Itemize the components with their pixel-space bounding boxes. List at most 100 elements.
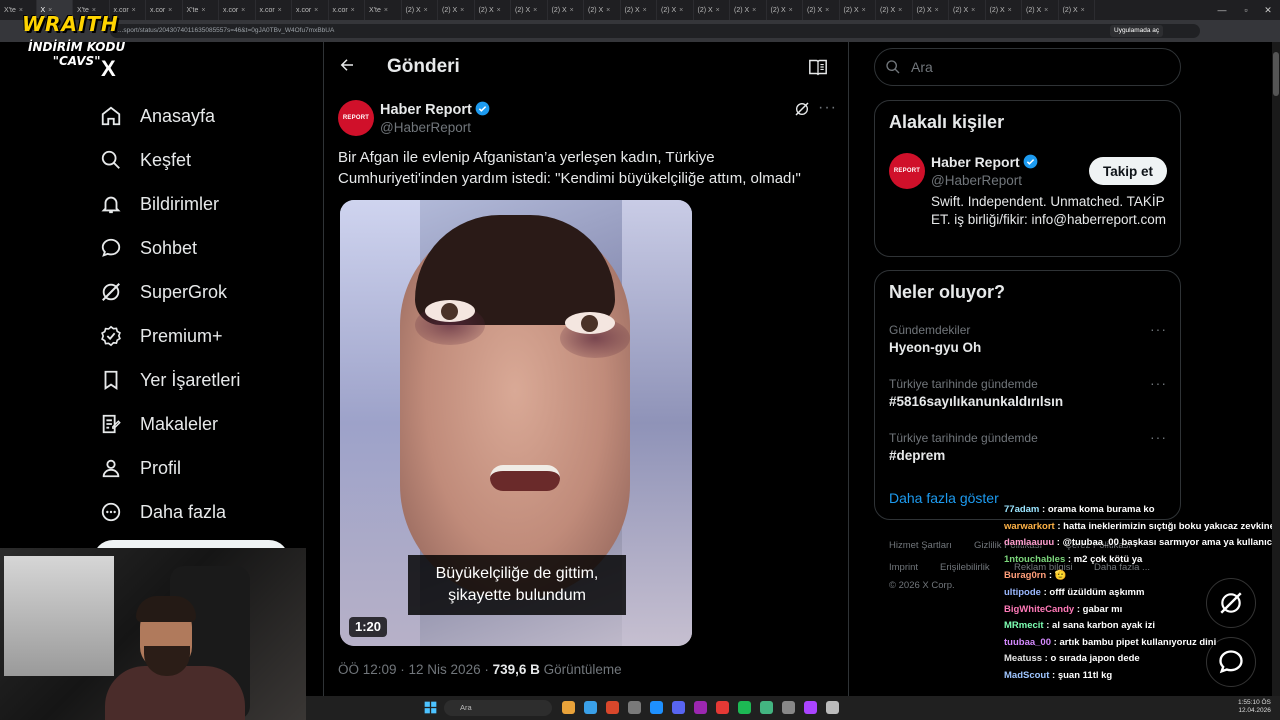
discord-icon[interactable] (672, 701, 685, 714)
app-icon[interactable] (694, 701, 707, 714)
footer-accessibility[interactable]: Erişilebilirlik (940, 562, 990, 573)
browser-tab[interactable]: (2) X × (402, 0, 438, 20)
tab-close-icon[interactable]: × (752, 7, 756, 14)
browser-tab[interactable]: (2) X × (548, 0, 584, 20)
browser-tab[interactable]: (2) X × (475, 0, 511, 20)
trend-more-icon[interactable]: ··· (1150, 321, 1167, 337)
browser-tab[interactable]: (2) X × (876, 0, 913, 20)
tab-close-icon[interactable]: × (241, 7, 245, 14)
browser-tab[interactable]: (2) X × (694, 0, 730, 20)
chat-username[interactable]: MadScout (1004, 670, 1049, 681)
tab-close-icon[interactable]: × (351, 7, 355, 14)
nav-item-profile[interactable]: Profil (100, 453, 181, 483)
browser-tab[interactable]: (2) X × (1022, 0, 1059, 20)
back-arrow-icon[interactable] (338, 56, 356, 80)
minimize-icon[interactable]: — (1212, 0, 1232, 20)
windows-start-icon[interactable] (424, 701, 437, 714)
taskbar-search[interactable]: Ara (444, 700, 552, 716)
nav-item-search[interactable]: Keşfet (100, 145, 191, 175)
more-options-icon[interactable]: ··· (818, 99, 837, 117)
open-in-app-chip[interactable]: Uygulamada aç (1110, 25, 1164, 37)
trend-item[interactable]: #deprem (889, 448, 945, 463)
tab-close-icon[interactable]: × (716, 7, 720, 14)
chat-username[interactable]: 77adam (1004, 504, 1039, 515)
nav-item-premium[interactable]: Premium+ (100, 321, 223, 351)
tab-close-icon[interactable]: × (384, 7, 388, 14)
show-more-link[interactable]: Daha fazla göster (889, 490, 999, 506)
nav-item-home[interactable]: Anasayfa (100, 101, 215, 131)
browser-tab[interactable]: x.cor × (146, 0, 183, 20)
trend-item[interactable]: Hyeon-gyu Oh (889, 340, 981, 355)
tab-close-icon[interactable]: × (201, 7, 205, 14)
related-avatar[interactable]: REPORT (889, 153, 925, 189)
browser-tab[interactable]: (2) X × (584, 0, 621, 20)
file-explorer-icon[interactable] (562, 701, 575, 714)
tab-close-icon[interactable]: × (935, 7, 939, 14)
browser-tab[interactable]: (2) X × (803, 0, 840, 20)
obs-icon[interactable] (804, 701, 817, 714)
chat-username[interactable]: ultipode (1004, 587, 1041, 598)
edge-icon[interactable] (584, 701, 597, 714)
browser-tab[interactable]: x.cor × (219, 0, 256, 20)
tab-close-icon[interactable]: × (1008, 7, 1012, 14)
nav-item-more[interactable]: Daha fazla (100, 497, 226, 527)
browser-tab[interactable]: (2) X × (986, 0, 1022, 20)
tab-close-icon[interactable]: × (533, 7, 537, 14)
browser-tab[interactable]: (2) X × (913, 0, 949, 20)
search-input[interactable]: Ara (874, 48, 1181, 86)
browser-tab[interactable]: (2) X × (1059, 0, 1095, 20)
author-avatar[interactable]: REPORT (338, 100, 374, 136)
media-icon[interactable] (716, 701, 729, 714)
browser-tab[interactable]: (2) X × (657, 0, 694, 20)
address-bar[interactable]: ...sport/status/2043074011635085557s=46&… (110, 24, 1200, 38)
tab-close-icon[interactable]: × (679, 7, 683, 14)
terminal-icon[interactable] (782, 701, 795, 714)
tab-close-icon[interactable]: × (825, 7, 829, 14)
settings-icon[interactable] (628, 701, 641, 714)
scrollbar-track[interactable] (1272, 42, 1280, 696)
browser-icon[interactable] (650, 701, 663, 714)
nav-item-bookmark[interactable]: Yer İşaretleri (100, 365, 240, 395)
browser-tab[interactable]: (2) X × (949, 0, 986, 20)
browser-tab[interactable]: x.cor × (256, 0, 292, 20)
trend-item[interactable]: #5816sayılıkanunkaldırılsın (889, 394, 1063, 409)
tab-close-icon[interactable]: × (424, 7, 428, 14)
whatsapp-icon[interactable] (760, 701, 773, 714)
footer-terms[interactable]: Hizmet Şartları (889, 540, 952, 551)
chat-username[interactable]: MRmecit (1004, 620, 1044, 631)
tab-close-icon[interactable]: × (314, 7, 318, 14)
maximize-icon[interactable]: ▫ (1236, 0, 1256, 20)
chat-username[interactable]: 1ntouchables (1004, 554, 1065, 565)
footer-imprint[interactable]: Imprint (889, 562, 918, 573)
tab-close-icon[interactable]: × (168, 7, 172, 14)
chat-username[interactable]: BigWhiteCandy (1004, 604, 1074, 615)
related-handle[interactable]: @HaberReport (931, 173, 1022, 188)
tab-close-icon[interactable]: × (862, 7, 866, 14)
author-handle[interactable]: @HaberReport (380, 120, 471, 135)
browser-tab[interactable]: x.cor × (329, 0, 365, 20)
chat-username[interactable]: Burag0rn (1004, 570, 1046, 581)
tab-close-icon[interactable]: × (1081, 7, 1085, 14)
scrollbar-thumb[interactable] (1273, 52, 1279, 96)
reader-icon[interactable] (808, 58, 828, 76)
browser-tab[interactable]: x.cor × (292, 0, 329, 20)
trend-more-icon[interactable]: ··· (1150, 429, 1167, 445)
browser-tab[interactable]: (2) X × (438, 0, 475, 20)
tab-close-icon[interactable]: × (132, 7, 136, 14)
browser-tab[interactable]: (2) X × (767, 0, 803, 20)
related-name[interactable]: Haber Report (931, 154, 1020, 170)
tab-close-icon[interactable]: × (606, 7, 610, 14)
tray-icon[interactable] (826, 701, 839, 714)
spotify-icon[interactable] (738, 701, 751, 714)
nav-item-chat[interactable]: Sohbet (100, 233, 197, 263)
chat-username[interactable]: damlaauuu (1004, 537, 1054, 548)
tab-close-icon[interactable]: × (971, 7, 975, 14)
grok-icon[interactable] (794, 101, 810, 117)
tab-close-icon[interactable]: × (460, 7, 464, 14)
trend-more-icon[interactable]: ··· (1150, 375, 1167, 391)
browser-tab[interactable]: (2) X × (511, 0, 548, 20)
browser-tab[interactable]: X'te × (365, 0, 402, 20)
chat-username[interactable]: tuubaa_00 (1004, 637, 1051, 648)
tab-close-icon[interactable]: × (898, 7, 902, 14)
browser-tab[interactable]: (2) X × (840, 0, 876, 20)
